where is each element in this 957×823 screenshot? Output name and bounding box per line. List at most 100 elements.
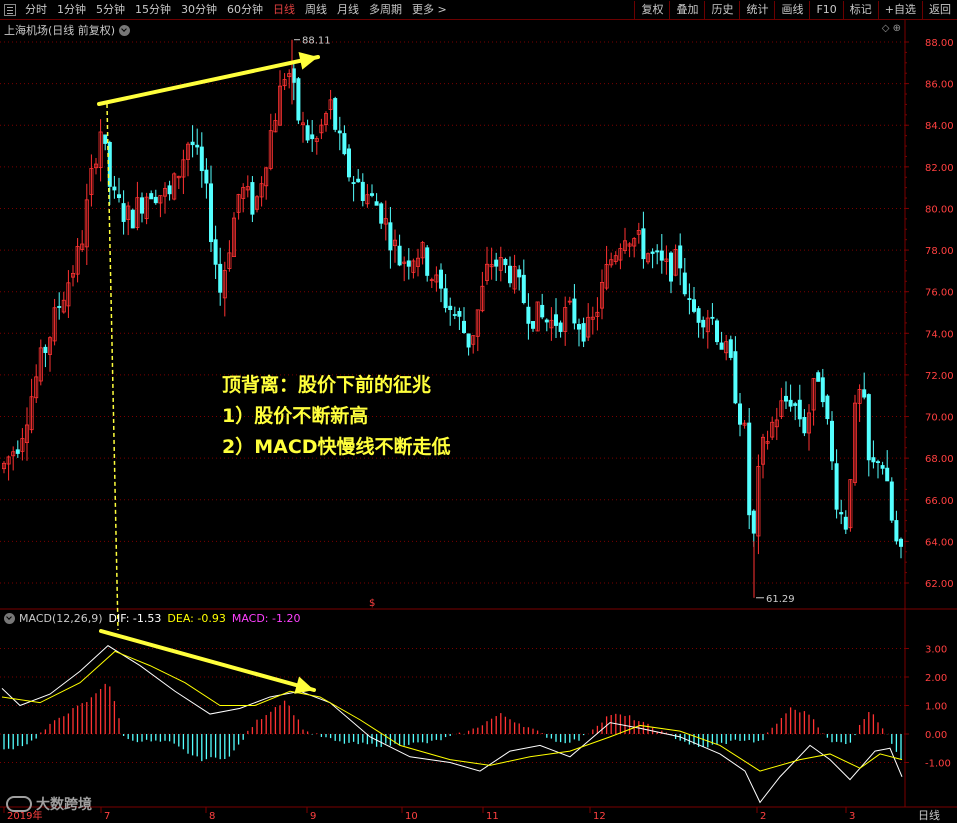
period-tab-60min[interactable]: 60分钟: [222, 0, 268, 20]
candle-body: [544, 319, 549, 323]
candle-body: [655, 250, 660, 253]
high-price-label: 88.11: [302, 36, 331, 47]
candle-body: [701, 319, 706, 328]
candle-body: [388, 222, 393, 251]
macd-name: MACD(12,26,9): [19, 612, 103, 625]
candle-body: [572, 298, 577, 324]
candle-body: [507, 265, 512, 284]
candle-body: [751, 510, 756, 534]
candle-body: [517, 269, 522, 278]
x-tick-label: 11: [486, 811, 499, 822]
candle-body: [291, 68, 296, 83]
candle-body: [531, 321, 536, 329]
watermark-logo-icon: [6, 796, 32, 812]
signal-marker: $: [369, 598, 375, 609]
candle-body: [296, 78, 301, 121]
overlay-button[interactable]: 叠加: [669, 1, 704, 19]
price-tick-label: 80.00: [925, 204, 954, 215]
period-tab-1min[interactable]: 1分钟: [52, 0, 91, 20]
price-tick-label: 66.00: [925, 496, 954, 507]
period-tab-daily[interactable]: 日线: [268, 0, 300, 20]
candle-body: [337, 130, 342, 134]
macd-tick-label: 0.00: [925, 730, 947, 741]
macd-tick-label: 1.00: [925, 702, 947, 713]
stats-button[interactable]: 统计: [739, 1, 774, 19]
chart-title: 上海机场(日线 前复权): [4, 22, 131, 38]
candle-body: [747, 422, 752, 516]
draw-line-button[interactable]: 画线: [774, 1, 809, 19]
macd-value: MACD: -1.20: [231, 612, 301, 625]
candle-body: [880, 465, 885, 469]
macd-header: MACD(12,26,9) DIF: -1.53 DEA: -0.93 MACD…: [4, 612, 306, 625]
candle-body: [696, 308, 701, 323]
candle-body: [843, 516, 848, 530]
candle-body: [425, 247, 430, 276]
candle-body: [448, 305, 453, 311]
menu-icon[interactable]: [4, 4, 16, 16]
annotation-line-1: 顶背离：股价下前的征兆: [222, 374, 432, 396]
history-button[interactable]: 历史: [704, 1, 739, 19]
period-tab-more[interactable]: 更多 >: [407, 0, 452, 20]
price-tick-label: 82.00: [925, 163, 954, 174]
candle-body: [250, 182, 255, 215]
chart-corner-icons[interactable]: ◇ ⊕: [882, 23, 901, 34]
add-watchlist-button[interactable]: +自选: [877, 1, 922, 19]
fuquan-button[interactable]: 复权: [634, 1, 669, 19]
candle-body: [678, 245, 683, 269]
period-tab-weekly[interactable]: 周线: [300, 0, 332, 20]
macd-dif: DIF: -1.53: [108, 612, 162, 625]
candle-body: [199, 146, 204, 172]
price-tick-label: 62.00: [925, 579, 954, 590]
candle-body: [793, 403, 798, 406]
macd-dea: DEA: -0.93: [167, 612, 226, 625]
dif-line: [1, 645, 903, 804]
candle-body: [738, 403, 743, 425]
candle-body: [641, 228, 646, 260]
period-tab-multi[interactable]: 多周期: [364, 0, 407, 20]
macd-divergence-arrow: [99, 629, 316, 692]
chevron-down-icon[interactable]: [119, 24, 131, 36]
mark-button[interactable]: 标记: [842, 1, 878, 19]
x-tick-label: 2: [760, 811, 766, 822]
period-tab-分时[interactable]: 分时: [20, 0, 52, 20]
candle-body: [669, 252, 674, 282]
watermark-text: 大数跨境: [36, 797, 92, 813]
candle-body: [577, 324, 582, 330]
macd-tick-label: 2.00: [925, 673, 947, 684]
period-tab-5min[interactable]: 5分钟: [91, 0, 130, 20]
period-tab-15min[interactable]: 15分钟: [130, 0, 176, 20]
candle-body: [885, 467, 890, 482]
candle-body: [121, 203, 126, 222]
price-tick-label: 84.00: [925, 121, 954, 132]
candle-body: [167, 185, 172, 195]
candle-body: [816, 372, 821, 382]
price-tick-label: 64.00: [925, 537, 954, 548]
price-divergence-arrow: [97, 55, 320, 106]
candle-body: [190, 141, 195, 146]
candle-body: [503, 259, 508, 266]
candle-body: [153, 196, 158, 204]
annotation-line-3: 2）MACD快慢线不断走低: [222, 436, 451, 458]
candle-body: [139, 197, 144, 214]
f10-button[interactable]: F10: [809, 1, 842, 19]
candle-body: [899, 538, 904, 547]
candle-body: [218, 263, 223, 293]
candle-body: [195, 144, 200, 148]
candle-body: [692, 299, 697, 312]
macd-tick-label: -1.00: [925, 759, 951, 770]
candle-body: [305, 125, 310, 141]
back-button[interactable]: 返回: [922, 1, 957, 19]
candle-body: [397, 245, 402, 266]
period-tab-30min[interactable]: 30分钟: [176, 0, 222, 20]
annotation-text: 顶背离：股价下前的征兆 1）股价不断新高 2）MACD快慢线不断走低: [222, 370, 451, 463]
candle-body: [130, 209, 135, 229]
chevron-down-icon[interactable]: [4, 613, 15, 624]
candle-body: [650, 251, 655, 254]
period-tab-monthly[interactable]: 月线: [332, 0, 364, 20]
candle-body: [715, 320, 720, 343]
chart-canvas[interactable]: 88.1161.29$ 88.0086.0084.0082.0080.0078.…: [0, 0, 957, 823]
candle-body: [406, 260, 411, 267]
candle-body: [346, 148, 351, 178]
candle-body: [117, 194, 122, 199]
candle-body: [871, 457, 876, 463]
